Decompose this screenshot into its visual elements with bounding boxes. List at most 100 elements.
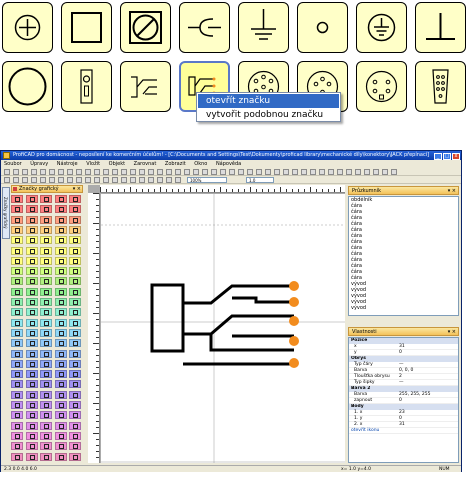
tile-ground[interactable]: [238, 2, 289, 53]
format-toolbar-button[interactable]: [139, 177, 145, 183]
tile-large-circle[interactable]: [2, 61, 53, 112]
tile-inverted-t[interactable]: [415, 2, 466, 53]
symbol-cell[interactable]: [54, 359, 67, 368]
menu-item-create-similar[interactable]: vytvořit podobnou značku: [198, 108, 339, 122]
tile-square[interactable]: [61, 2, 112, 53]
explorer-item[interactable]: vývod: [349, 305, 458, 311]
toolbar-button[interactable]: [184, 169, 190, 175]
format-toolbar-button[interactable]: [130, 177, 136, 183]
symbol-cell[interactable]: [69, 390, 81, 399]
toolbar-button[interactable]: [355, 169, 361, 175]
symbol-cell[interactable]: [25, 267, 38, 276]
symbol-cell[interactable]: [54, 287, 67, 296]
zoom-select[interactable]: 100%: [187, 177, 227, 183]
symbol-cell[interactable]: [11, 195, 23, 203]
symbol-cell[interactable]: [54, 452, 67, 461]
symbol-cell[interactable]: [69, 287, 81, 296]
symbol-cell[interactable]: [54, 411, 67, 420]
symbol-cell[interactable]: [25, 339, 38, 348]
symbol-cell[interactable]: [69, 431, 81, 440]
toolbar-button[interactable]: [391, 169, 397, 175]
tile-earth-circle[interactable]: [356, 2, 407, 53]
toolbar-button[interactable]: [319, 169, 325, 175]
symbol-cell[interactable]: [69, 411, 81, 420]
toolbar-button[interactable]: [265, 169, 271, 175]
symbol-cell[interactable]: [11, 380, 23, 389]
symbol-cell[interactable]: [25, 215, 38, 224]
toolbar-button[interactable]: [382, 169, 388, 175]
toolbar-button[interactable]: [328, 169, 334, 175]
symbol-cell[interactable]: [69, 195, 81, 203]
symbol-cell[interactable]: [54, 380, 67, 389]
maximize-button[interactable]: □: [443, 153, 451, 160]
properties-close-icon[interactable]: ▾ ×: [448, 328, 456, 336]
symbol-cell[interactable]: [11, 390, 23, 399]
symbol-cell[interactable]: [25, 328, 38, 337]
symbol-cell[interactable]: [25, 380, 38, 389]
format-toolbar-button[interactable]: [85, 177, 91, 183]
format-toolbar-button[interactable]: [49, 177, 55, 183]
symbol-cell[interactable]: [25, 349, 38, 358]
symbol-cell[interactable]: [25, 318, 38, 327]
menu-zarovnat[interactable]: Zarovnat: [134, 160, 157, 168]
drawing-canvas[interactable]: [101, 194, 345, 463]
symbol-cell[interactable]: [11, 298, 23, 306]
symbol-cell[interactable]: [69, 442, 81, 451]
symbol-cell[interactable]: [69, 205, 81, 214]
format-toolbar-button[interactable]: [22, 177, 28, 183]
panel-close-icon[interactable]: ▾ ×: [73, 186, 81, 193]
symbol-cell[interactable]: [11, 370, 23, 379]
toolbar-button[interactable]: [346, 169, 352, 175]
symbol-cell[interactable]: [69, 359, 81, 368]
toolbar-button[interactable]: [31, 169, 37, 175]
symbol-cell[interactable]: [25, 421, 38, 430]
symbol-cell[interactable]: [69, 298, 81, 306]
symbol-cell[interactable]: [54, 225, 67, 234]
symbol-cell[interactable]: [54, 328, 67, 337]
symbol-cell[interactable]: [40, 195, 52, 203]
toolbar-button[interactable]: [22, 169, 28, 175]
symbol-cell[interactable]: [11, 328, 23, 337]
toolbar-button[interactable]: [211, 169, 217, 175]
toolbar-button[interactable]: [58, 169, 64, 175]
symbol-cell[interactable]: [40, 298, 52, 306]
symbol-cell[interactable]: [40, 442, 52, 451]
symbol-cell[interactable]: [11, 236, 23, 245]
symbol-cell[interactable]: [54, 370, 67, 379]
format-toolbar-button[interactable]: [103, 177, 109, 183]
symbol-cell[interactable]: [11, 442, 23, 451]
symbol-cell[interactable]: [11, 339, 23, 348]
symbol-cell[interactable]: [11, 411, 23, 420]
symbol-cell[interactable]: [40, 308, 52, 317]
symbol-cell[interactable]: [69, 267, 81, 276]
toolbar-button[interactable]: [13, 169, 19, 175]
symbol-cell[interactable]: [40, 318, 52, 327]
symbol-cell[interactable]: [25, 195, 38, 203]
tile-keyhole-connector[interactable]: [61, 61, 112, 112]
toolbar-button[interactable]: [229, 169, 235, 175]
toolbar-button[interactable]: [292, 169, 298, 175]
symbol-cell[interactable]: [40, 256, 52, 265]
symbol-cell[interactable]: [40, 401, 52, 409]
format-toolbar-button[interactable]: [175, 177, 181, 183]
toolbar-button[interactable]: [130, 169, 136, 175]
menu-nastroje[interactable]: Nástroje: [57, 160, 78, 168]
symbol-cell[interactable]: [25, 236, 38, 245]
toolbar-button[interactable]: [337, 169, 343, 175]
property-value[interactable]: 0: [399, 350, 402, 356]
symbol-cell[interactable]: [25, 390, 38, 399]
symbol-cell[interactable]: [69, 421, 81, 430]
property-value[interactable]: 0: [399, 398, 402, 404]
symbol-cell[interactable]: [69, 370, 81, 379]
explorer-close-icon[interactable]: ▾ ×: [448, 187, 456, 195]
symbol-cell[interactable]: [40, 431, 52, 440]
symbol-cell[interactable]: [40, 380, 52, 389]
symbol-cell[interactable]: [54, 431, 67, 440]
toolbar-button[interactable]: [103, 169, 109, 175]
symbol-cell[interactable]: [40, 452, 52, 461]
symbol-cell[interactable]: [25, 205, 38, 214]
toolbar-button[interactable]: [301, 169, 307, 175]
menu-soubor[interactable]: Soubor: [4, 160, 22, 168]
toolbar-button[interactable]: [220, 169, 226, 175]
tile-connector-outline[interactable]: [120, 61, 171, 112]
